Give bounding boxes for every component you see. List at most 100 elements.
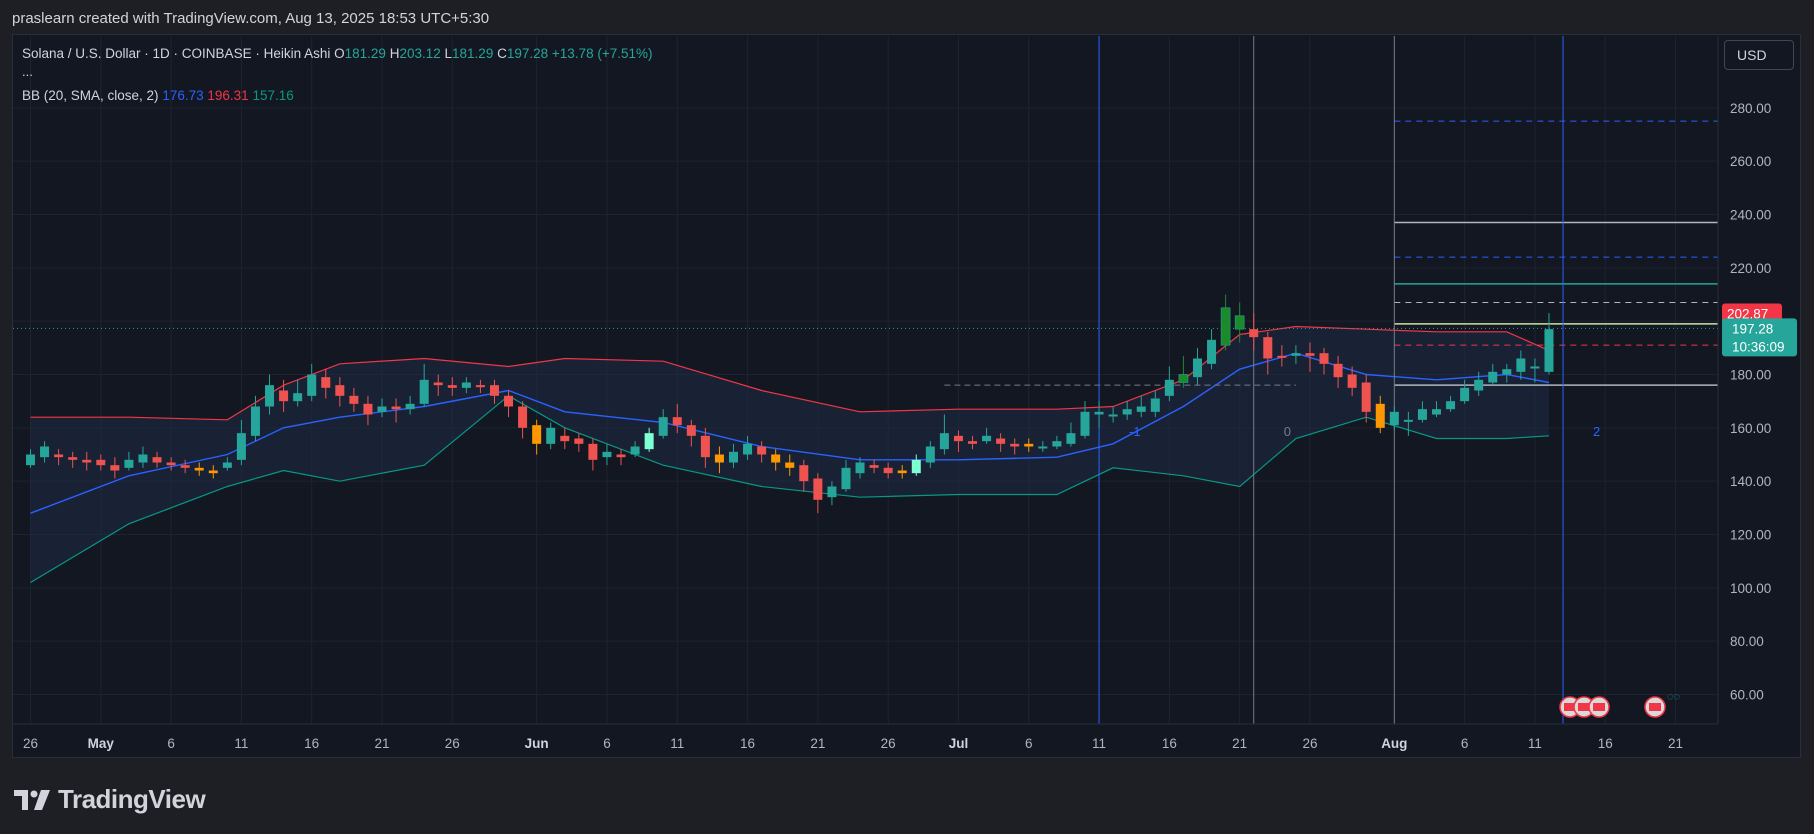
candle-body xyxy=(433,382,443,386)
candle-body xyxy=(363,403,373,415)
time-tick-label: 21 xyxy=(374,736,389,751)
close-value: 197.28 xyxy=(506,46,549,61)
time-tick-label: 26 xyxy=(23,736,38,751)
candle-body xyxy=(1333,363,1343,378)
candle-body xyxy=(911,459,921,474)
candle-body xyxy=(1502,369,1512,375)
candle-body xyxy=(729,451,738,463)
candle-body xyxy=(504,395,514,407)
candle-body xyxy=(1263,337,1273,359)
low-value: 181.29 xyxy=(452,46,494,61)
time-tick-label: 21 xyxy=(1668,736,1683,751)
time-tick-label: 26 xyxy=(881,736,896,751)
currency-button[interactable]: USD xyxy=(1724,40,1794,70)
candle-body xyxy=(166,462,176,466)
price-tick-label: 120.00 xyxy=(1730,527,1771,542)
candle-body xyxy=(96,459,106,466)
candle-body xyxy=(1080,411,1090,436)
price-tick-label: 160.00 xyxy=(1730,421,1771,436)
candle-body xyxy=(560,435,570,442)
time-tick-label: 6 xyxy=(167,736,175,751)
candle-body xyxy=(265,385,275,407)
candle-body xyxy=(869,465,879,468)
candle-body xyxy=(897,470,907,474)
time-tick-label: 11 xyxy=(1092,736,1106,751)
candle-body xyxy=(1164,379,1174,396)
symbol-title[interactable]: Solana / U.S. Dollar · 1D · COINBASE · H… xyxy=(22,46,330,61)
bollinger-legend[interactable]: BB (20, SMA, close, 2) 176.73 196.31 157… xyxy=(22,88,294,103)
bb-basis-value: 176.73 xyxy=(162,88,204,103)
candle-body xyxy=(1010,443,1020,447)
candle-body xyxy=(546,427,556,444)
crypto-event-icon: ◌◌ xyxy=(1667,691,1681,703)
candle-body xyxy=(518,406,528,428)
candle-body xyxy=(616,454,626,458)
candle-body xyxy=(138,454,148,463)
candle-body xyxy=(883,467,893,474)
candle-body xyxy=(1108,414,1118,417)
candle-body xyxy=(982,435,992,442)
candle-body xyxy=(419,379,429,404)
tradingview-logo: TradingView xyxy=(14,784,206,815)
candle-body xyxy=(602,451,612,458)
candle-body xyxy=(996,438,1006,444)
candle-body xyxy=(574,438,584,444)
candle-body xyxy=(152,457,162,463)
candle-body xyxy=(1530,366,1540,369)
candle-body xyxy=(841,467,851,490)
candle-body xyxy=(757,446,767,455)
candle-body xyxy=(180,465,190,468)
price-tick-label: 100.00 xyxy=(1730,581,1771,596)
candle-body xyxy=(194,467,204,471)
time-tick-label: 21 xyxy=(1232,736,1247,751)
price-tick-label: 260.00 xyxy=(1730,154,1771,169)
candle-body xyxy=(1319,353,1329,364)
candle-body xyxy=(1249,329,1259,338)
candle-body xyxy=(250,406,260,436)
candle-body xyxy=(1544,329,1554,372)
vertical-marker-label: -1 xyxy=(1129,424,1141,439)
bb-upper-value: 196.31 xyxy=(207,88,249,103)
price-chart[interactable]: -1 0 260.0080.00100.00120.00140.00160.0018… xyxy=(0,0,1814,834)
candle-body xyxy=(335,385,345,396)
tradingview-logo-icon xyxy=(14,789,50,810)
candle-body xyxy=(307,374,317,396)
candle-body xyxy=(700,435,710,458)
high-value: 203.12 xyxy=(399,46,441,61)
candle-body xyxy=(1305,353,1315,356)
candle-body xyxy=(925,446,935,463)
time-tick-label: 11 xyxy=(234,736,248,751)
legend-more-button[interactable]: ... xyxy=(22,64,33,79)
candle-body xyxy=(953,435,963,442)
brand-name: TradingView xyxy=(58,784,206,814)
candle-body xyxy=(743,443,753,455)
time-tick-label: 21 xyxy=(810,736,825,751)
symbol-legend: Solana / U.S. Dollar · 1D · COINBASE · H… xyxy=(22,46,652,61)
candle-body xyxy=(588,443,598,460)
us-flag-icon-stripe xyxy=(1578,703,1590,711)
candle-body xyxy=(799,465,809,482)
candle-body xyxy=(377,406,387,412)
bb-label: BB (20, SMA, close, 2) xyxy=(22,88,159,103)
candle-body xyxy=(1052,441,1062,447)
price-tick-label: 280.00 xyxy=(1730,101,1771,116)
candle-body xyxy=(68,457,78,460)
price-tick-label: 80.00 xyxy=(1730,634,1764,649)
time-tick-label: 26 xyxy=(445,736,460,751)
candle-body xyxy=(489,385,499,396)
candle-body xyxy=(54,454,64,458)
candle-body xyxy=(771,454,781,463)
high-label: H xyxy=(389,46,400,61)
candle-body xyxy=(1432,409,1441,415)
candle-body xyxy=(1516,358,1526,372)
candle-body xyxy=(26,454,35,466)
price-tick-label: 60.00 xyxy=(1730,688,1764,703)
candle-body xyxy=(1024,443,1034,447)
price-tick-label: 140.00 xyxy=(1730,474,1771,489)
time-tick-label: 16 xyxy=(1598,736,1613,751)
candle-body xyxy=(447,385,457,388)
candle-body xyxy=(1207,339,1217,364)
us-flag-icon-stripe xyxy=(1593,703,1605,711)
candle-body xyxy=(658,417,668,436)
candle-body xyxy=(82,459,92,463)
